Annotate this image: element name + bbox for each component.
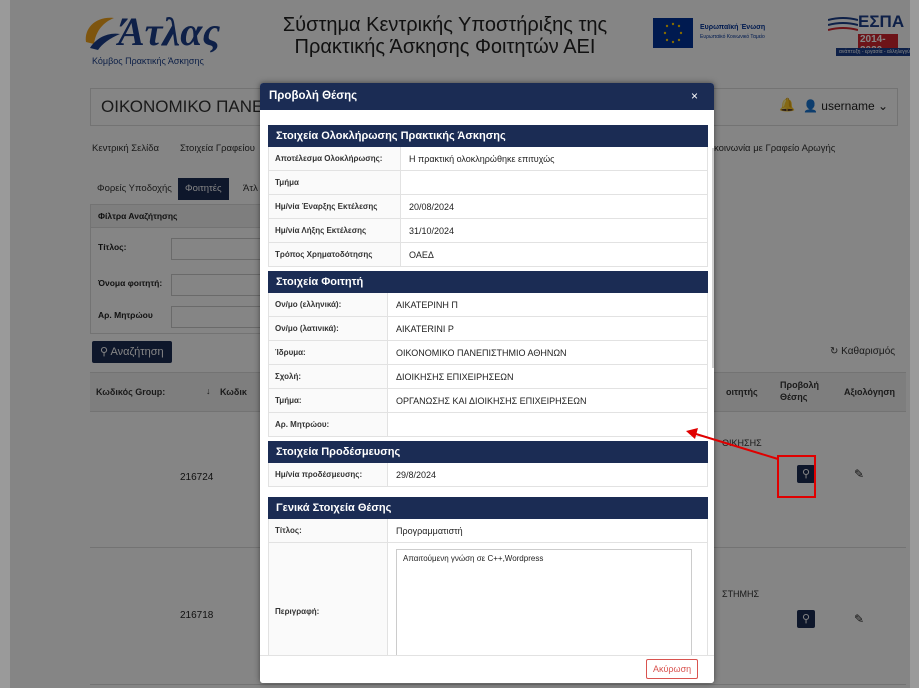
annotation-arrow-icon: [686, 428, 779, 460]
